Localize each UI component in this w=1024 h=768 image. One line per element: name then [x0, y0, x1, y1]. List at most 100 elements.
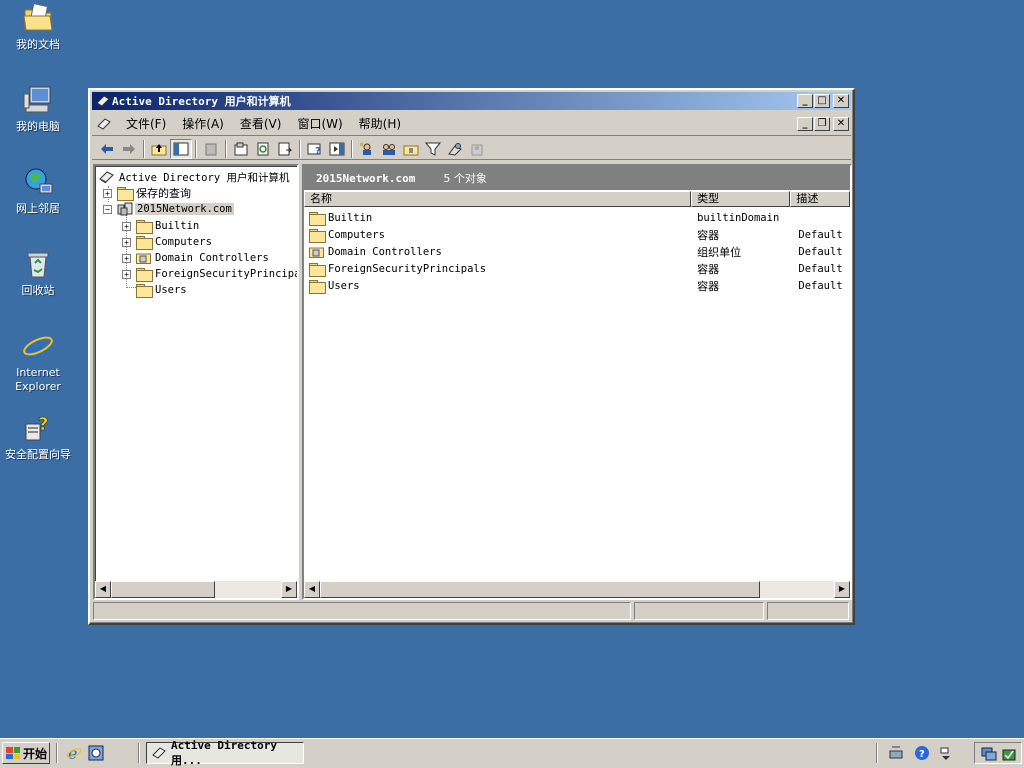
desktop-icon-network-places[interactable]: 网上邻居	[0, 166, 76, 216]
action-pane-icon[interactable]	[326, 139, 348, 159]
system-tray	[974, 742, 1022, 764]
svg-text:?: ?	[38, 414, 48, 435]
forward-arrow-icon[interactable]	[118, 139, 140, 159]
delete-icon[interactable]	[200, 139, 222, 159]
aduc-snapin-icon	[99, 170, 115, 184]
new-ou-icon[interactable]	[400, 139, 422, 159]
mdi-close-button[interactable]: ✕	[833, 117, 849, 131]
tree-node-computers[interactable]: + Computers	[122, 234, 212, 250]
desktop-icon-label: 我的文档	[16, 38, 60, 51]
desktop-icon-my-computer[interactable]: 我的电脑	[0, 84, 76, 134]
ou-folder-icon	[309, 246, 324, 258]
minimize-button[interactable]: _	[797, 94, 813, 108]
tree-node-domain[interactable]: − 2015Network.com	[103, 201, 234, 217]
aduc-window: Active Directory 用户和计算机 _ □ ✕ 文件(F) 操作(A…	[88, 88, 855, 625]
details-header: 2015Network.com 5 个对象	[304, 166, 850, 190]
scroll-right-arrow-icon[interactable]: ▶	[834, 581, 850, 598]
aduc-app-icon	[151, 745, 167, 761]
tree-node-builtin[interactable]: + Builtin	[122, 218, 199, 234]
title-bar[interactable]: Active Directory 用户和计算机 _ □ ✕	[92, 92, 851, 110]
tree-horizontal-scrollbar[interactable]: ◀ ▶	[95, 581, 297, 598]
refresh-icon[interactable]	[252, 139, 274, 159]
tray-help-icon[interactable]: ?	[914, 745, 930, 761]
console-tree-pane[interactable]: Active Directory 用户和计算机 + 保存的查询 − 2015Ne…	[93, 164, 299, 600]
item-name: ForeignSecurityPrincipals	[328, 262, 487, 275]
new-user-icon[interactable]	[356, 139, 378, 159]
find-icon[interactable]	[444, 139, 466, 159]
mdi-restore-button[interactable]: ❐	[814, 117, 830, 131]
scroll-left-arrow-icon[interactable]: ◀	[304, 581, 320, 598]
new-group-icon[interactable]	[378, 139, 400, 159]
desktop-icon-internet-explorer[interactable]: e Internet Explorer	[0, 328, 76, 394]
menu-view[interactable]: 查看(V)	[232, 113, 290, 134]
list-item[interactable]: Builtin builtinDomain	[304, 209, 850, 226]
folder-icon	[309, 211, 326, 226]
expand-plus-icon[interactable]: +	[122, 221, 131, 231]
tree-node-domain-controllers[interactable]: + Domain Controllers	[122, 250, 269, 266]
up-level-icon[interactable]	[148, 139, 170, 159]
help-icon[interactable]: ?	[304, 139, 326, 159]
back-arrow-icon[interactable]	[96, 139, 118, 159]
expand-plus-icon[interactable]: +	[122, 269, 131, 279]
start-button[interactable]: 开始	[2, 742, 50, 764]
menu-window[interactable]: 窗口(W)	[289, 113, 350, 134]
scroll-right-arrow-icon[interactable]: ▶	[281, 581, 297, 598]
export-list-icon[interactable]	[274, 139, 296, 159]
maximize-button[interactable]: □	[814, 94, 830, 108]
mdi-console-icon[interactable]	[96, 116, 112, 132]
desktop-icon-security-wizard[interactable]: ? 安全配置向导	[0, 412, 76, 462]
list-item[interactable]: Domain Controllers 组织单位 Default c	[304, 243, 850, 260]
scroll-left-arrow-icon[interactable]: ◀	[95, 581, 111, 598]
item-description: Default c	[798, 279, 850, 292]
scroll-thumb[interactable]	[111, 581, 215, 598]
add-to-group-icon[interactable]	[466, 139, 488, 159]
security-wizard-icon: ?	[22, 412, 54, 444]
tree-node-users[interactable]: Users	[136, 282, 187, 298]
list-item[interactable]: Users 容器 Default c	[304, 277, 850, 294]
domain-icon	[117, 202, 133, 216]
tray-monitor-icon[interactable]	[981, 746, 997, 762]
tree-node-root[interactable]: Active Directory 用户和计算机	[99, 169, 289, 185]
toolbar-separator	[225, 139, 227, 158]
item-name: Users	[328, 279, 360, 292]
menu-file[interactable]: 文件(F)	[118, 113, 174, 134]
mdi-minimize-button[interactable]: _	[797, 117, 813, 131]
taskbar-window-button[interactable]: Active Directory 用...	[146, 739, 304, 767]
close-button[interactable]: ✕	[833, 94, 849, 108]
item-description: Default c	[798, 228, 850, 241]
details-pane[interactable]: 2015Network.com 5 个对象 名称 类型 描述 Builtin b…	[302, 164, 852, 600]
column-header-type[interactable]: 类型	[691, 191, 791, 207]
tray-window-menu-icon[interactable]	[938, 745, 954, 761]
details-horizontal-scrollbar[interactable]: ◀ ▶	[304, 581, 850, 598]
toolbar-separator	[195, 139, 197, 158]
filter-icon[interactable]	[422, 139, 444, 159]
folder-icon	[136, 268, 153, 282]
collapse-minus-icon[interactable]: −	[103, 204, 112, 214]
desktop-icon-recycle-bin[interactable]: 回收站	[0, 248, 76, 298]
tray-security-icon[interactable]	[1001, 746, 1017, 762]
tree-node-foreign-security-principals[interactable]: + ForeignSecurityPrincipals	[122, 266, 297, 282]
menu-help[interactable]: 帮助(H)	[351, 113, 409, 134]
quicklaunch-ie-icon[interactable]: e	[66, 744, 82, 763]
expand-plus-icon[interactable]: +	[103, 188, 112, 198]
menu-action[interactable]: 操作(A)	[174, 113, 232, 134]
desktop-icon-my-documents[interactable]: 我的文档	[0, 2, 76, 52]
start-label: 开始	[23, 746, 48, 761]
column-header-name[interactable]: 名称	[304, 191, 692, 207]
list-item[interactable]: ForeignSecurityPrincipals 容器 Default c	[304, 260, 850, 277]
details-domain-title: 2015Network.com	[316, 171, 416, 185]
column-header-description[interactable]: 描述	[790, 191, 850, 207]
properties-icon[interactable]	[230, 139, 252, 159]
folder-icon	[136, 284, 153, 298]
tree-node-saved-queries[interactable]: + 保存的查询	[103, 185, 191, 201]
scroll-thumb[interactable]	[320, 581, 760, 598]
quicklaunch-explorer-icon[interactable]	[88, 745, 104, 761]
expand-plus-icon[interactable]: +	[122, 237, 131, 247]
show-hide-tree-icon[interactable]	[170, 138, 192, 159]
list-item[interactable]: Computers 容器 Default c	[304, 226, 850, 243]
folder-icon	[309, 228, 326, 243]
internet-explorer-icon: e	[22, 328, 54, 366]
svg-text:?: ?	[315, 146, 321, 156]
tray-network-icon[interactable]	[888, 745, 904, 761]
expand-plus-icon[interactable]: +	[122, 253, 131, 263]
